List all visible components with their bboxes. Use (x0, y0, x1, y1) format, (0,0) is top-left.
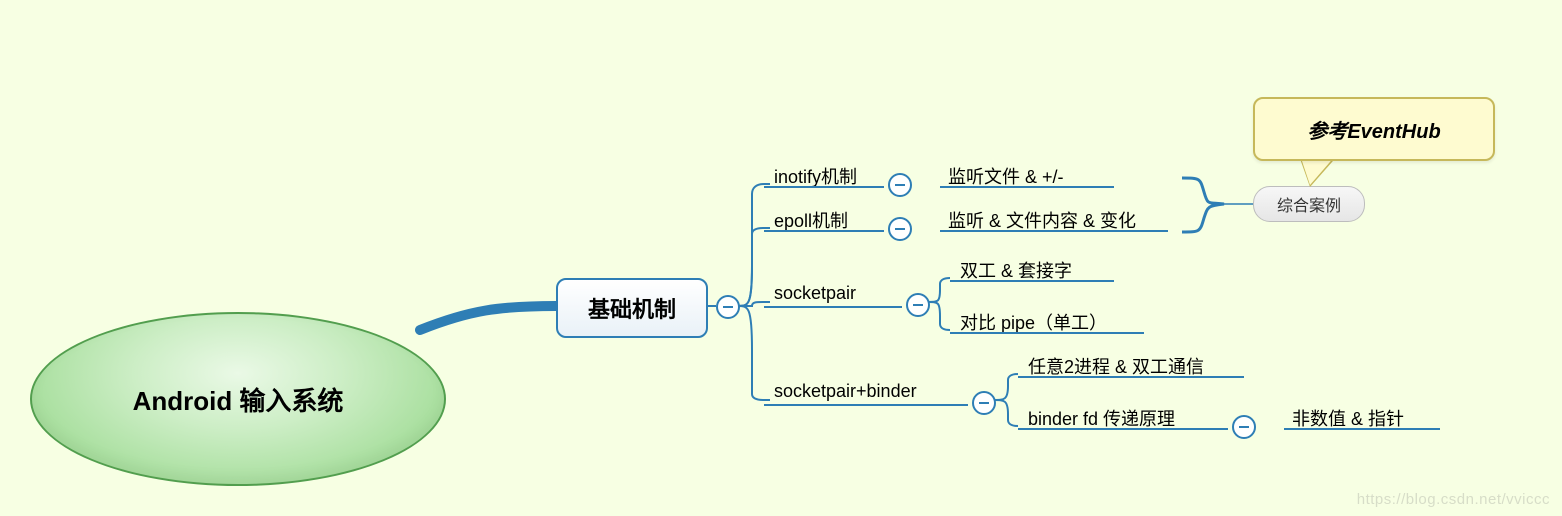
collapse-toggle-basic[interactable] (716, 295, 740, 319)
collapse-toggle-socketpair[interactable] (906, 293, 930, 317)
node-basic-mechanism[interactable]: 基础机制 (556, 278, 708, 338)
collapse-toggle-epoll[interactable] (888, 217, 912, 241)
underline (940, 230, 1168, 232)
collapse-toggle-binderfd[interactable] (1232, 415, 1256, 439)
underline (764, 306, 902, 308)
underline (1018, 428, 1228, 430)
root-title: Android 输入系统 (133, 381, 344, 418)
underline (764, 186, 884, 188)
node-case-label: 综合案例 (1277, 192, 1341, 216)
underline (950, 280, 1114, 282)
collapse-toggle-inotify[interactable] (888, 173, 912, 197)
watermark: https://blog.csdn.net/vviccc (1357, 491, 1550, 508)
node-case[interactable]: 综合案例 (1253, 186, 1365, 222)
underline (1018, 376, 1244, 378)
node-socketpair[interactable]: socketpair (774, 283, 856, 304)
underline (764, 230, 884, 232)
node-socketpair-binder[interactable]: socketpair+binder (774, 381, 917, 402)
underline (940, 186, 1114, 188)
collapse-toggle-socketpair-binder[interactable] (972, 391, 996, 415)
callout-eventhub[interactable]: 参考EventHub (1253, 97, 1495, 161)
mindmap-canvas: Android 输入系统 基础机制 inotify机制 监听文件 & +/- e… (0, 0, 1562, 516)
callout-text: 参考EventHub (1307, 115, 1440, 144)
underline (764, 404, 968, 406)
underline (950, 332, 1144, 334)
underline (1284, 428, 1440, 430)
node-basic-mechanism-label: 基础机制 (588, 292, 676, 324)
root-node[interactable]: Android 输入系统 (30, 312, 446, 486)
